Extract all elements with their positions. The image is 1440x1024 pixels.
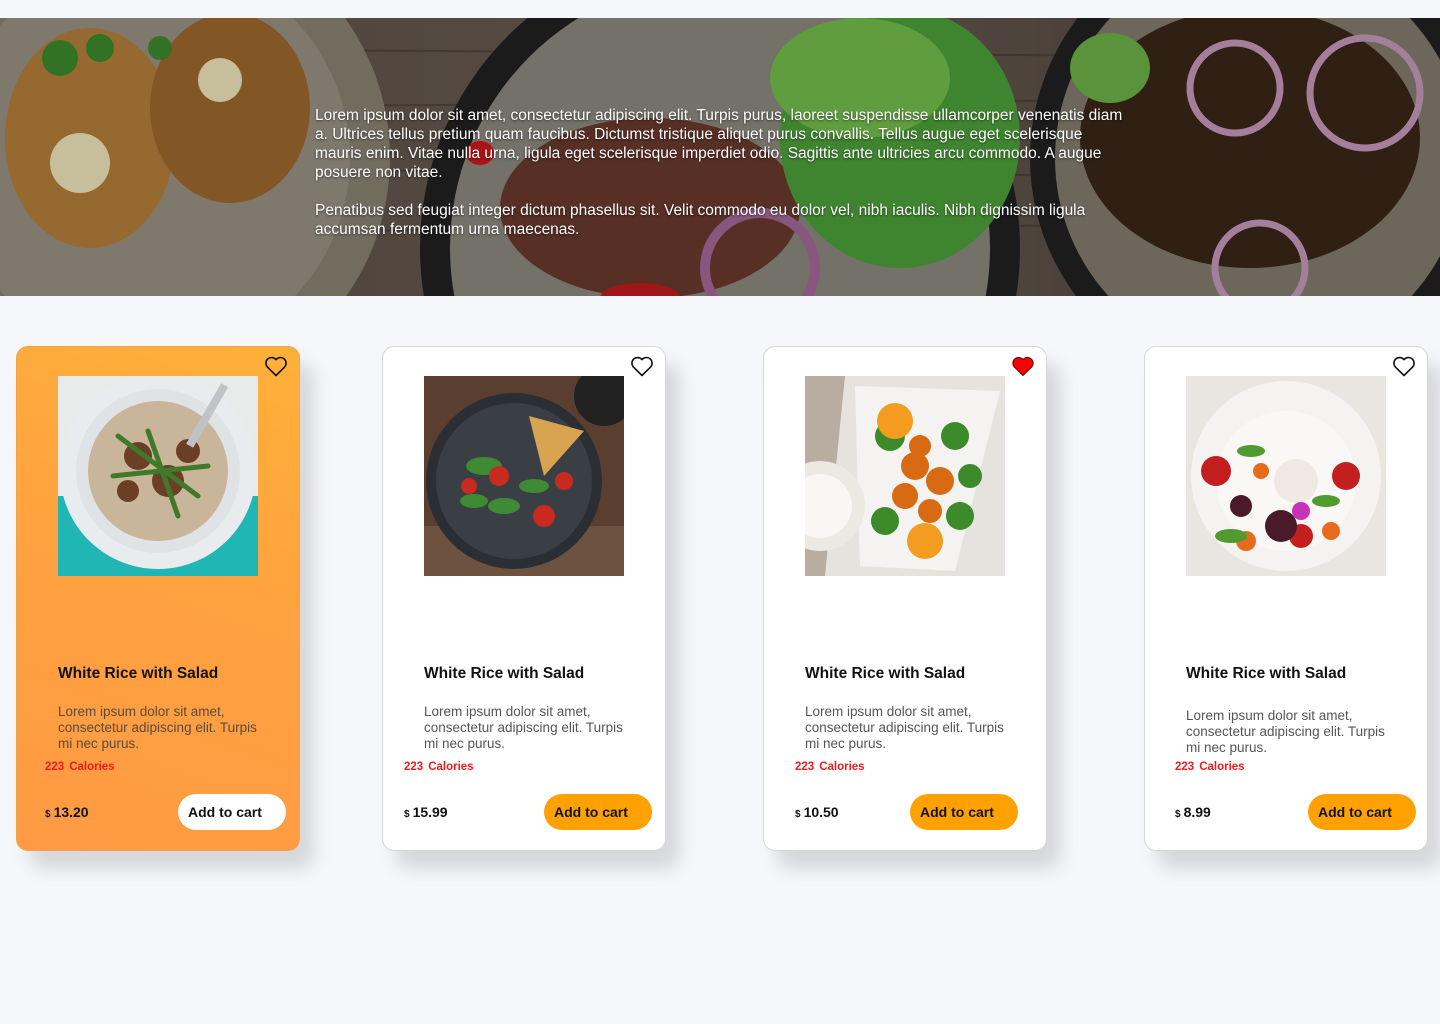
- currency-symbol: $: [1175, 809, 1181, 820]
- currency-symbol: $: [795, 809, 801, 820]
- calories-label: Calories: [1199, 761, 1245, 773]
- calories-value: 223: [1175, 761, 1195, 773]
- add-to-cart-button[interactable]: Add to cart: [910, 794, 1018, 830]
- product-title: White Rice with Salad: [805, 665, 966, 682]
- product-image: [424, 376, 624, 576]
- heart-outline-icon[interactable]: [630, 355, 654, 377]
- product-price: $10.50: [795, 804, 839, 820]
- calories-info: 223 Calories: [45, 761, 115, 773]
- add-to-cart-button[interactable]: Add to cart: [1308, 794, 1416, 830]
- price-value: 10.50: [803, 804, 839, 820]
- product-image: [1186, 376, 1386, 576]
- price-value: 15.99: [412, 804, 448, 820]
- product-description: Lorem ipsum dolor sit amet, consectetur …: [805, 704, 1004, 751]
- hero-paragraph: Lorem ipsum dolor sit amet, consectetur …: [315, 107, 1123, 181]
- product-price: $13.20: [45, 804, 89, 820]
- heart-filled-icon[interactable]: [1011, 355, 1035, 377]
- product-card[interactable]: White Rice with Salad Lorem ipsum dolor …: [1144, 346, 1428, 851]
- calories-value: 223: [404, 761, 424, 773]
- product-image: [58, 376, 258, 576]
- product-price: $8.99: [1175, 804, 1211, 820]
- price-value: 8.99: [1183, 804, 1211, 820]
- hero-text: Lorem ipsum dolor sit amet, consectetur …: [315, 106, 1130, 258]
- heart-outline-icon[interactable]: [1392, 355, 1416, 377]
- product-card[interactable]: White Rice with Salad Lorem ipsum dolor …: [16, 346, 300, 851]
- heart-outline-icon[interactable]: [264, 355, 288, 377]
- product-title: White Rice with Salad: [424, 665, 585, 682]
- product-description: Lorem ipsum dolor sit amet, consectetur …: [58, 704, 257, 751]
- calories-info: 223 Calories: [795, 761, 865, 773]
- calories-value: 223: [795, 761, 815, 773]
- product-description: Lorem ipsum dolor sit amet, consectetur …: [424, 704, 623, 751]
- add-to-cart-button[interactable]: Add to cart: [178, 794, 286, 830]
- hero-paragraph: Penatibus sed feugiat integer dictum pha…: [315, 202, 1086, 238]
- product-card[interactable]: White Rice with Salad Lorem ipsum dolor …: [382, 346, 666, 851]
- calories-label: Calories: [819, 761, 865, 773]
- calories-info: 223 Calories: [1175, 761, 1245, 773]
- product-title: White Rice with Salad: [1186, 665, 1347, 682]
- add-to-cart-button[interactable]: Add to cart: [544, 794, 652, 830]
- calories-label: Calories: [428, 761, 474, 773]
- calories-label: Calories: [69, 761, 115, 773]
- product-price: $15.99: [404, 804, 448, 820]
- product-card[interactable]: White Rice with Salad Lorem ipsum dolor …: [763, 346, 1047, 851]
- calories-value: 223: [45, 761, 65, 773]
- currency-symbol: $: [45, 809, 51, 820]
- product-description: Lorem ipsum dolor sit amet, consectetur …: [1186, 708, 1385, 755]
- price-value: 13.20: [53, 804, 89, 820]
- product-title: White Rice with Salad: [58, 665, 219, 682]
- currency-symbol: $: [404, 809, 410, 820]
- calories-info: 223 Calories: [404, 761, 474, 773]
- product-image: [805, 376, 1005, 576]
- hero-banner: Lorem ipsum dolor sit amet, consectetur …: [0, 18, 1440, 296]
